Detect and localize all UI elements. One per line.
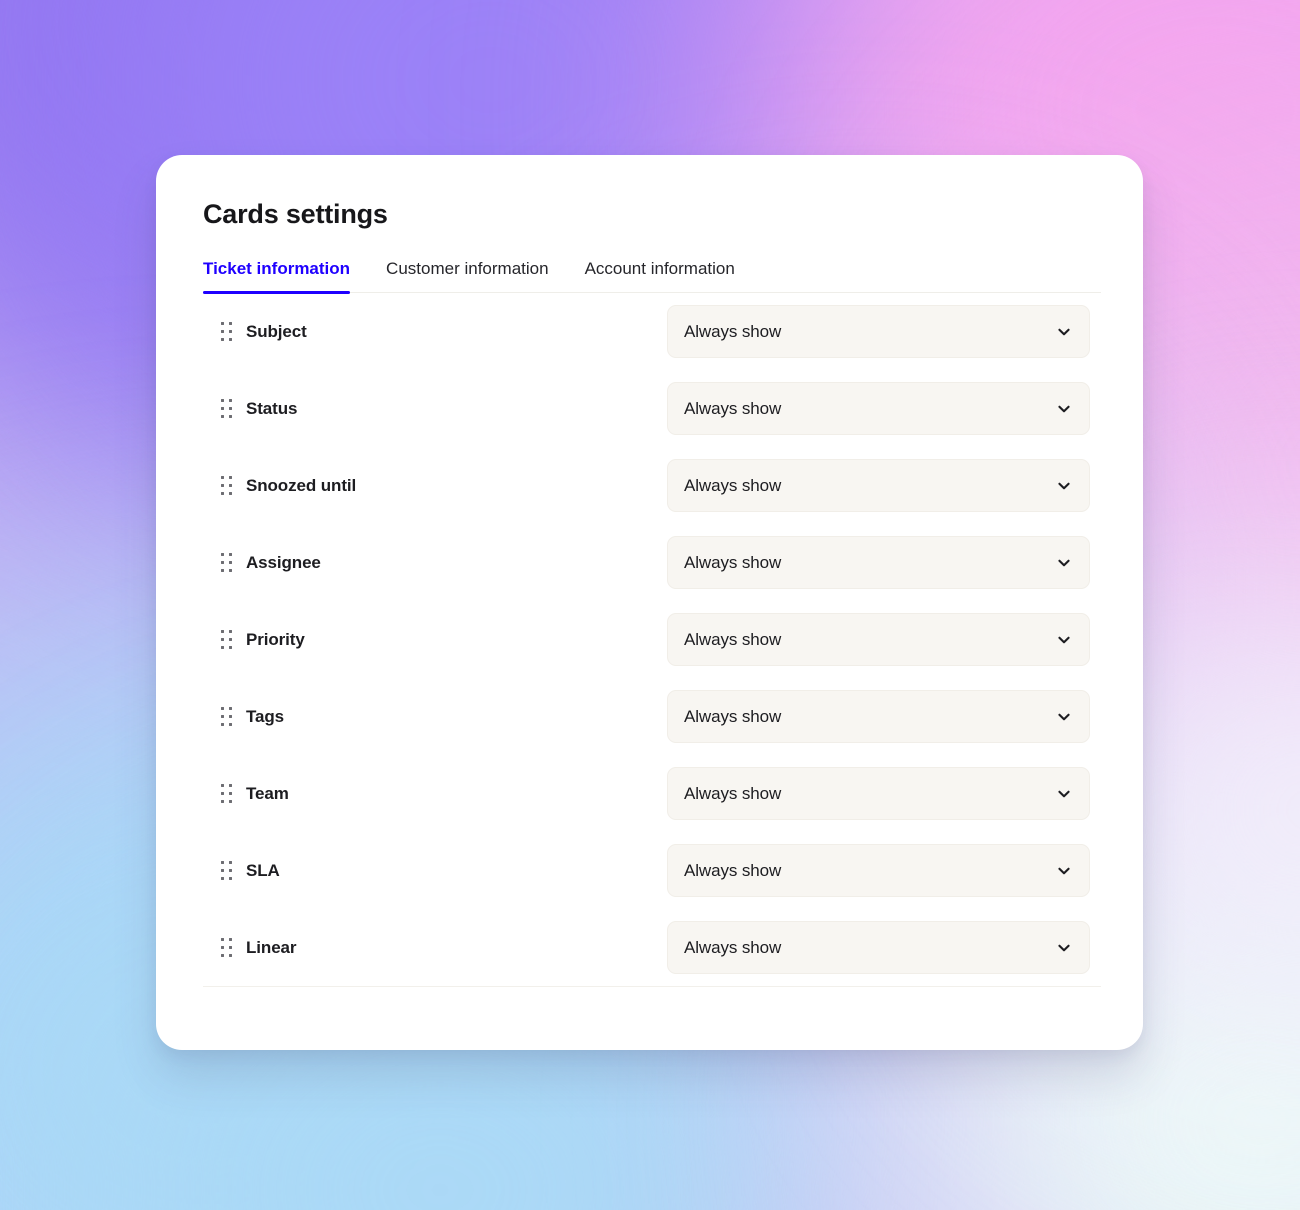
drag-handle-icon[interactable]: [221, 706, 237, 728]
settings-tabs: Ticket information Customer information …: [203, 259, 1101, 294]
page-title: Cards settings: [203, 199, 388, 229]
tab-label: Customer information: [386, 259, 549, 278]
tab-account-information[interactable]: Account information: [585, 259, 735, 292]
visibility-select[interactable]: Always show: [667, 844, 1090, 897]
field-row: Tags Always show: [203, 678, 1101, 755]
field-row: Priority Always show: [203, 601, 1101, 678]
chevron-down-icon: [1056, 401, 1072, 417]
chevron-down-icon: [1056, 324, 1072, 340]
drag-handle-icon[interactable]: [221, 783, 237, 805]
field-row: Linear Always show: [203, 909, 1101, 987]
chevron-down-icon: [1056, 555, 1072, 571]
field-row-left: Assignee: [203, 552, 667, 574]
field-label: Snoozed until: [246, 475, 357, 495]
visibility-select-value: Always show: [684, 706, 782, 726]
panel-content: Cards settings Ticket information Custom…: [203, 155, 1101, 987]
drag-handle-icon[interactable]: [221, 860, 237, 882]
visibility-select-value: Always show: [684, 937, 782, 957]
field-label: Linear: [246, 937, 297, 957]
field-label: Status: [246, 398, 298, 418]
field-row: Snoozed until Always show: [203, 447, 1101, 524]
visibility-select[interactable]: Always show: [667, 382, 1090, 435]
tab-label: Account information: [584, 259, 735, 278]
cards-settings-panel: Cards settings Ticket information Custom…: [156, 155, 1143, 1050]
field-label: Subject: [246, 321, 307, 341]
visibility-select[interactable]: Always show: [667, 459, 1090, 512]
visibility-select-value: Always show: [684, 552, 782, 572]
field-row-left: Priority: [203, 629, 667, 651]
field-label: Team: [246, 783, 289, 803]
visibility-select-value: Always show: [684, 860, 782, 880]
field-row-left: Subject: [203, 321, 667, 343]
tab-label: Ticket information: [203, 259, 351, 278]
drag-handle-icon[interactable]: [221, 321, 237, 343]
field-label: Tags: [246, 706, 285, 726]
chevron-down-icon: [1056, 863, 1072, 879]
visibility-select-value: Always show: [684, 475, 782, 495]
chevron-down-icon: [1056, 940, 1072, 956]
visibility-select-value: Always show: [684, 321, 782, 341]
visibility-select-value: Always show: [684, 629, 782, 649]
field-label: SLA: [246, 860, 280, 880]
visibility-select-value: Always show: [684, 783, 782, 803]
chevron-down-icon: [1056, 632, 1072, 648]
visibility-select[interactable]: Always show: [667, 613, 1090, 666]
visibility-select[interactable]: Always show: [667, 767, 1090, 820]
field-label: Assignee: [246, 552, 321, 572]
field-row: Team Always show: [203, 755, 1101, 832]
field-row-left: SLA: [203, 860, 667, 882]
field-row-left: Status: [203, 398, 667, 420]
field-row: Subject Always show: [203, 293, 1101, 370]
tab-customer-information[interactable]: Customer information: [386, 259, 549, 292]
field-list: Subject Always show Status Always show S…: [203, 293, 1101, 987]
visibility-select-value: Always show: [684, 398, 782, 418]
drag-handle-icon[interactable]: [221, 475, 237, 497]
field-row-left: Snoozed until: [203, 475, 667, 497]
chevron-down-icon: [1056, 478, 1072, 494]
visibility-select[interactable]: Always show: [667, 305, 1090, 358]
field-row-left: Linear: [203, 937, 667, 959]
field-row: Status Always show: [203, 370, 1101, 447]
field-row-left: Team: [203, 783, 667, 805]
drag-handle-icon[interactable]: [221, 629, 237, 651]
field-row-left: Tags: [203, 706, 667, 728]
field-row: SLA Always show: [203, 832, 1101, 909]
visibility-select[interactable]: Always show: [667, 921, 1090, 974]
drag-handle-icon[interactable]: [221, 937, 237, 959]
visibility-select[interactable]: Always show: [667, 690, 1090, 743]
chevron-down-icon: [1056, 786, 1072, 802]
drag-handle-icon[interactable]: [221, 398, 237, 420]
field-row: Assignee Always show: [203, 524, 1101, 601]
tab-ticket-information[interactable]: Ticket information: [203, 259, 351, 294]
visibility-select[interactable]: Always show: [667, 536, 1090, 589]
drag-handle-icon[interactable]: [221, 552, 237, 574]
chevron-down-icon: [1056, 709, 1072, 725]
field-label: Priority: [246, 629, 305, 649]
